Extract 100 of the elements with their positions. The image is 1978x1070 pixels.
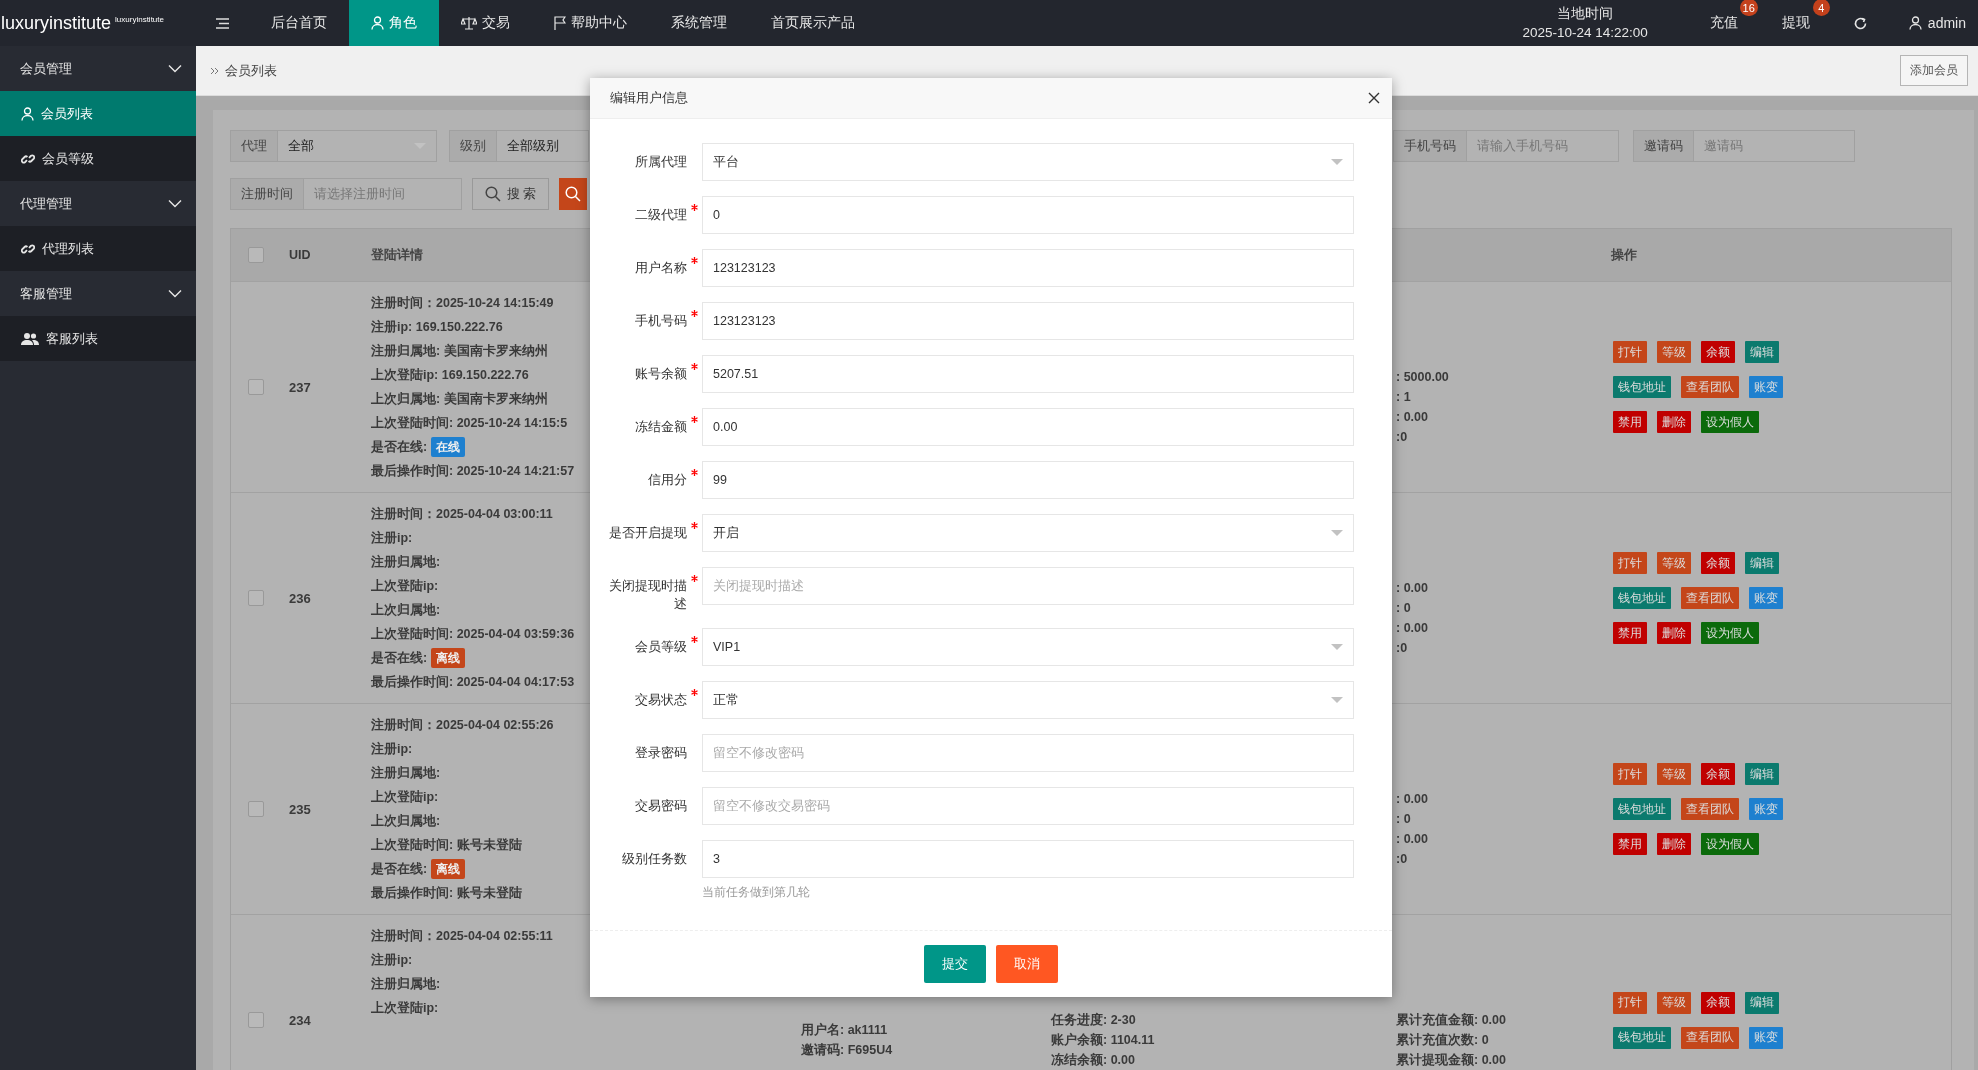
action-button[interactable]: 编辑 xyxy=(1745,341,1779,363)
detail-text: 注册归属地: xyxy=(371,976,441,993)
input-field[interactable]: 0.00 xyxy=(702,408,1354,446)
action-button[interactable]: 等级 xyxy=(1657,763,1691,785)
select-field[interactable]: 正常 xyxy=(702,681,1354,719)
detail-text: 上次归属地: xyxy=(371,813,441,830)
select-field[interactable]: 平台 xyxy=(702,143,1354,181)
detail-text: 累计充值金额: 0.00 xyxy=(1396,1012,1506,1029)
sidebar-item[interactable]: 会员列表 xyxy=(0,91,196,136)
action-button[interactable]: 禁用 xyxy=(1613,622,1647,644)
action-button[interactable]: 钱包地址 xyxy=(1613,587,1671,609)
nav-tab[interactable]: 首页展示产品 xyxy=(749,0,877,46)
clock-time: 2025-10-24 14:22:00 xyxy=(1522,24,1648,42)
detail-text: 累计提现金额: 0.00 xyxy=(1396,1052,1506,1069)
action-button[interactable]: 查看团队 xyxy=(1681,1026,1739,1049)
action-button[interactable]: 打针 xyxy=(1613,341,1647,363)
action-button[interactable]: 禁用 xyxy=(1613,833,1647,855)
action-button[interactable]: 钱包地址 xyxy=(1613,376,1671,398)
nav-tab[interactable]: 帮助中心 xyxy=(532,0,649,46)
nav-tab[interactable]: 角色 xyxy=(349,0,439,46)
select-field[interactable]: VIP1 xyxy=(702,628,1354,666)
search-button[interactable]: 搜 索 xyxy=(472,178,550,210)
action-button[interactable]: 禁用 xyxy=(1613,411,1647,433)
detail-text: 注册ip: xyxy=(371,530,413,547)
detail-text: 注册时间：2025-10-24 14:15:49 xyxy=(371,295,554,312)
detail-text: 注册时间：2025-04-04 03:00:11 xyxy=(371,506,553,523)
action-button[interactable]: 打针 xyxy=(1613,552,1647,574)
top-link[interactable]: 充值 16 xyxy=(1687,0,1760,46)
action-button[interactable]: 查看团队 xyxy=(1681,798,1739,820)
action-button[interactable]: 账变 xyxy=(1749,798,1783,820)
checkbox[interactable] xyxy=(248,801,264,817)
action-button[interactable]: 钱包地址 xyxy=(1613,798,1671,820)
status-badge: 在线 xyxy=(431,437,466,457)
input-field[interactable]: 99 xyxy=(702,461,1354,499)
detail-text: 注册时间：2025-04-04 02:55:26 xyxy=(371,717,554,734)
action-button[interactable]: 余额 xyxy=(1701,991,1735,1014)
action-button[interactable]: 查看团队 xyxy=(1681,376,1739,398)
user-menu[interactable]: admin xyxy=(1888,0,1978,46)
action-button[interactable]: 编辑 xyxy=(1745,991,1779,1014)
action-button[interactable]: 查看团队 xyxy=(1681,587,1739,609)
input-field[interactable]: 邀请码 xyxy=(1694,130,1855,162)
detail-text: 是否在线: xyxy=(371,439,428,456)
input-field[interactable]: 全部级别 xyxy=(497,130,589,162)
sidebar-item[interactable]: 客服列表 xyxy=(0,316,196,361)
field-label: 是否开启提现 xyxy=(608,525,687,542)
action-button[interactable]: 等级 xyxy=(1657,991,1691,1014)
action-button[interactable]: 账变 xyxy=(1749,376,1783,398)
nav-tab[interactable]: 交易 xyxy=(439,0,532,46)
action-button[interactable]: 设为假人 xyxy=(1701,833,1759,855)
action-button[interactable]: 设为假人 xyxy=(1701,411,1759,433)
select-field[interactable]: 全部 xyxy=(278,130,437,162)
checkbox[interactable] xyxy=(248,1012,264,1028)
action-button[interactable]: 余额 xyxy=(1701,341,1735,363)
nav-tab[interactable]: 后台首页 xyxy=(249,0,349,46)
select-field[interactable]: 开启 xyxy=(702,514,1354,552)
close-icon[interactable] xyxy=(1368,92,1380,104)
action-button[interactable]: 打针 xyxy=(1613,763,1647,785)
action-button[interactable]: 打针 xyxy=(1613,991,1647,1014)
input-field[interactable]: 0 xyxy=(702,196,1354,234)
input-field[interactable]: 5207.51 xyxy=(702,355,1354,393)
action-button[interactable]: 设为假人 xyxy=(1701,622,1759,644)
input-field[interactable]: 请选择注册时间 xyxy=(304,178,462,210)
input-field[interactable]: 123123123 xyxy=(702,249,1354,287)
action-button[interactable]: 编辑 xyxy=(1745,552,1779,574)
action-button[interactable]: 编辑 xyxy=(1745,763,1779,785)
detail-text: 上次登陆ip: xyxy=(371,578,439,595)
link-icon xyxy=(21,241,35,256)
top-link[interactable]: 提现 4 xyxy=(1759,0,1832,46)
input-field[interactable]: 3 xyxy=(702,840,1354,878)
action-button[interactable]: 账变 xyxy=(1749,587,1783,609)
status-badge: 离线 xyxy=(431,648,466,668)
nav-tab[interactable]: 系统管理 xyxy=(649,0,749,46)
checkbox[interactable] xyxy=(248,247,264,263)
sidebar-item[interactable]: 代理列表 xyxy=(0,226,196,271)
action-button[interactable]: 等级 xyxy=(1657,341,1691,363)
search-button[interactable] xyxy=(559,178,588,210)
filter-label: 代理 xyxy=(230,130,278,162)
detail-text: : 0.00 xyxy=(1396,409,1428,426)
cancel-button[interactable]: 取消 xyxy=(996,945,1058,983)
action-button[interactable]: 删除 xyxy=(1657,833,1691,855)
caret-icon xyxy=(1331,158,1343,166)
sidebar-item[interactable]: 会员等级 xyxy=(0,136,196,181)
column-header: 操作 xyxy=(1611,246,1637,264)
action-button[interactable]: 账变 xyxy=(1749,1026,1783,1049)
action-button[interactable]: 余额 xyxy=(1701,552,1735,574)
caret-icon xyxy=(1331,529,1343,537)
checkbox[interactable] xyxy=(248,379,264,395)
filter-label: 注册时间 xyxy=(230,178,304,210)
users-icon xyxy=(21,331,39,346)
add-member-button[interactable]: 添加会员 xyxy=(1900,55,1968,86)
action-button[interactable]: 钱包地址 xyxy=(1613,1026,1671,1049)
input-field[interactable]: 123123123 xyxy=(702,302,1354,340)
filter-label: 手机号码 xyxy=(1393,130,1467,162)
detail-text: 上次登陆ip: 169.150.222.76 xyxy=(371,367,529,384)
checkbox[interactable] xyxy=(248,590,264,606)
submit-button[interactable]: 提交 xyxy=(924,945,986,983)
action-button[interactable]: 删除 xyxy=(1657,622,1691,644)
action-button[interactable]: 余额 xyxy=(1701,763,1735,785)
action-button[interactable]: 等级 xyxy=(1657,552,1691,574)
action-button[interactable]: 删除 xyxy=(1657,411,1691,433)
